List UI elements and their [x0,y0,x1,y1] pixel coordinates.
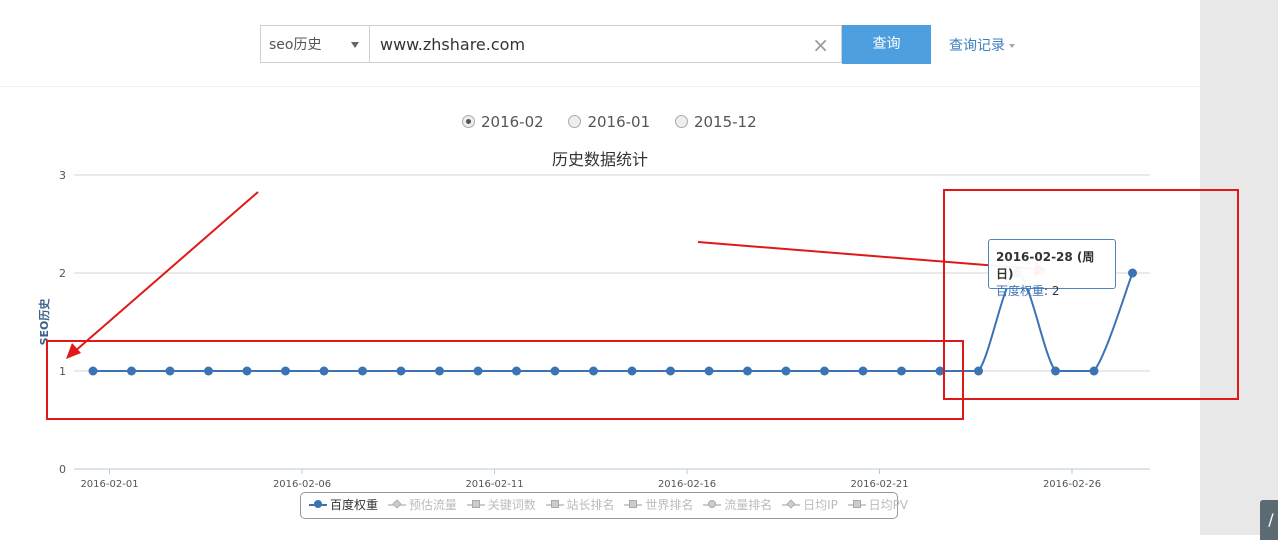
data-point [165,366,175,376]
y-tick-label: 0 [59,463,66,476]
data-point [396,366,406,376]
series-line-baidu-weight [92,271,1134,373]
diamond-marker-icon [387,499,406,510]
data-point [358,366,367,376]
data-point [435,366,444,376]
legend-item-world-rank[interactable]: 世界排名 [624,493,693,518]
legend-item-traffic-rank[interactable]: 流量排名 [703,493,772,518]
y-tick-label: 3 [59,169,66,182]
y-tick-label: 1 [59,365,66,378]
arrowhead-icon [66,343,81,359]
data-point [1051,366,1060,376]
data-point [281,366,290,376]
data-point [1128,268,1137,278]
x-tick-label: 2016-02-16 [658,479,716,490]
chart-legend: 百度权重 预估流量 关键词数 站长排名 世界排名 流量排名 日均IP 日均PV [300,492,908,519]
circle-marker-icon [309,500,327,510]
annotation-arrow [73,191,259,353]
legend-label: 日均IP [803,498,838,512]
y-axis-label: SEO历史 [37,298,51,346]
data-point [820,366,829,376]
y-tick-label: 2 [59,267,66,280]
x-tick-label: 2016-02-06 [273,479,331,490]
legend-item-webmaster-rank[interactable]: 站长排名 [545,493,615,518]
annotation-box [46,340,964,420]
annotation-arrow [697,241,1037,270]
x-tick-label: 2016-02-26 [1043,479,1101,490]
data-point [666,366,675,376]
data-point [589,366,598,376]
legend-label: 百度权重 [330,498,379,512]
data-point [627,366,637,376]
triangle-marker-icon [545,500,564,510]
legend-label: 关键词数 [487,498,536,512]
data-point [242,366,252,376]
x-tick-label: 2016-02-11 [465,479,523,490]
data-point [204,366,213,376]
legend-item-daily-ip[interactable]: 日均IP [782,493,838,518]
tooltip-value: 2 [1051,284,1060,298]
data-point [743,366,752,376]
data-point [974,366,983,376]
chart-tooltip: 2016-02-28 (周日) 百度权重: 2 [988,239,1116,298]
legend-label: 流量排名 [724,498,773,512]
tooltip-title: 2016-02-28 (周日) [996,250,1095,281]
tooltip-series-name: 百度权重 [996,284,1045,298]
data-point [319,366,329,376]
data-point [781,366,791,376]
circle-marker-icon [703,500,722,510]
data-point [897,366,906,376]
legend-label: 站长排名 [566,498,615,512]
triangle-down-marker-icon [624,500,643,510]
legend-label: 世界排名 [645,498,694,512]
legend-item-estimated-traffic[interactable]: 预估流量 [387,493,457,518]
data-point [512,366,521,376]
legend-item-daily-pv[interactable]: 日均PV [847,493,909,518]
data-point [88,366,98,376]
legend-item-keywords[interactable]: 关键词数 [466,493,536,518]
x-tick-label: 2016-02-01 [80,479,138,490]
diamond-marker-icon [782,499,801,510]
data-point [550,366,560,376]
data-point [127,366,136,376]
data-point [704,366,714,376]
square-marker-icon [847,500,866,510]
square-marker-icon [466,500,485,510]
legend-label: 日均PV [868,498,909,512]
data-point [1089,366,1099,376]
legend-label: 预估流量 [408,498,457,512]
data-point [473,366,483,376]
legend-item-baidu-weight[interactable]: 百度权重 [309,493,378,518]
x-tick-label: 2016-02-21 [850,479,908,490]
data-point [858,366,868,376]
